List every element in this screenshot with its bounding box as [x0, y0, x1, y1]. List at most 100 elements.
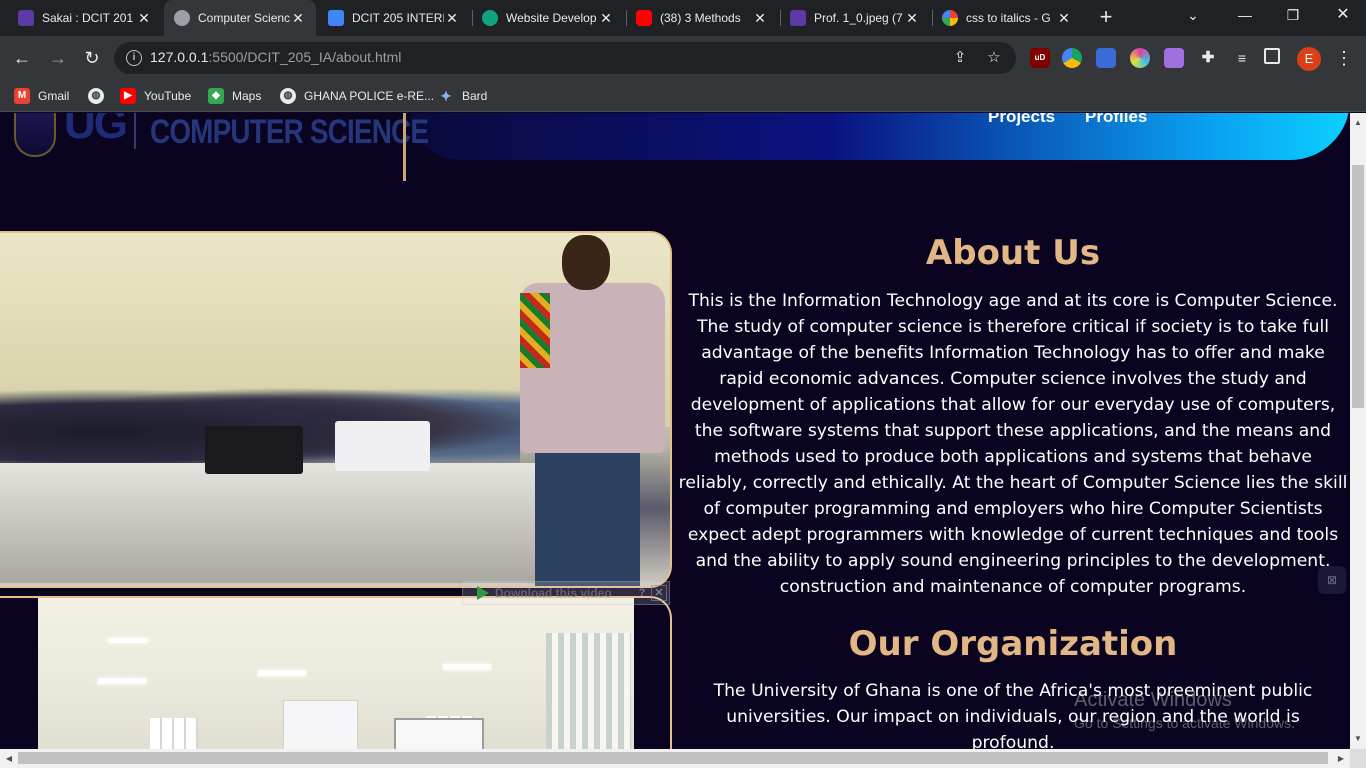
youtube-favicon-icon [636, 10, 652, 26]
close-tab-icon[interactable]: ✕ [444, 10, 460, 27]
tab-prof-jpeg[interactable]: Prof. 1_0.jpeg (7 ✕ [780, 0, 930, 36]
header-divider [403, 113, 406, 181]
horizontal-scrollbar[interactable]: ◀ ▶ [0, 749, 1350, 768]
site-logo[interactable]: UG [12, 113, 132, 159]
tab-youtube[interactable]: (38) 3 Methods ✕ [626, 0, 778, 36]
bookmarks-bar: M Gmail ◍ ▶ YouTube ◆ Maps ◍ GHANA POLIC… [0, 80, 1366, 112]
help-icon[interactable]: ? [635, 585, 649, 601]
organization-heading: Our Organization [848, 624, 1178, 664]
scroll-down-arrow-icon[interactable]: ▼ [1350, 731, 1366, 747]
bookmark-gmail[interactable]: M Gmail [14, 86, 69, 106]
page-viewport: Projects Profiles UG COMPUTER SCIENCE Do… [0, 113, 1350, 749]
ublock-icon[interactable]: uD [1030, 48, 1050, 68]
download-video-bar[interactable]: Download this video ? ✕ [462, 581, 670, 605]
bard-icon: ✦ [440, 88, 452, 104]
share-icon[interactable]: ⇪ [950, 48, 970, 68]
close-window-icon[interactable]: ✕ [1320, 0, 1366, 32]
bookmark-ghana-police[interactable]: ◍ GHANA POLICE e-RE... [280, 86, 434, 106]
site-nav-bar: Projects Profiles [410, 113, 1350, 160]
about-content: About Us This is the Information Technol… [676, 231, 1350, 749]
tab-title: Computer Science [198, 11, 290, 25]
docs-favicon-icon [328, 10, 344, 26]
close-tab-icon[interactable]: ✕ [136, 10, 152, 27]
drive-icon[interactable] [1062, 48, 1082, 68]
tab-website-develop[interactable]: Website Develop ✕ [472, 0, 624, 36]
organization-paragraph: The University of Ghana is one of the Af… [713, 681, 1313, 749]
tab-computer-science[interactable]: Computer Science ✕ [164, 0, 316, 36]
maps-icon: ◆ [208, 88, 224, 104]
browser-toolbar: ← → ↻ i 127.0.0.1:5500/DCIT_205_IA/about… [0, 36, 1366, 80]
media-queue-icon[interactable]: ≡ [1232, 48, 1252, 68]
close-icon[interactable]: ✕ [651, 585, 667, 601]
side-panel-icon[interactable] [1264, 48, 1280, 64]
profile-avatar[interactable]: E [1297, 47, 1321, 71]
tab-title: (38) 3 Methods [660, 11, 741, 25]
reload-icon[interactable]: ↻ [78, 44, 106, 72]
bookmark-label: GHANA POLICE e-RE... [304, 89, 435, 103]
scrollbar-corner [1350, 749, 1366, 768]
horizontal-scroll-thumb[interactable] [18, 752, 1328, 764]
scroll-up-arrow-icon[interactable]: ▲ [1350, 115, 1366, 131]
bookmark-star-icon[interactable]: ☆ [984, 48, 1004, 68]
sakai-favicon-icon [18, 10, 34, 26]
globe-favicon-icon [174, 10, 190, 26]
tab-title: Sakai : DCIT 201 [42, 11, 134, 25]
logo-divider [134, 113, 136, 149]
minimize-icon[interactable]: — [1222, 0, 1268, 32]
close-tab-icon[interactable]: ✕ [1056, 10, 1072, 27]
play-icon [477, 586, 489, 600]
nav-link-projects[interactable]: Projects [988, 113, 1055, 127]
activate-windows-subtitle: Go to Settings to activate Windows. [1074, 715, 1295, 731]
ug-crest-icon [14, 113, 56, 157]
bookmark-maps[interactable]: ◆ Maps [208, 86, 261, 106]
extension-m-icon[interactable] [1164, 48, 1184, 68]
nav-link-profiles[interactable]: Profiles [1085, 113, 1147, 127]
menu-kebab-icon[interactable]: ⋮ [1330, 44, 1358, 72]
close-tab-icon[interactable]: ✕ [290, 10, 306, 27]
pen-icon[interactable] [1096, 48, 1116, 68]
url-path: :5500/DCIT_205_IA/about.html [208, 49, 402, 65]
color-picker-icon[interactable] [1130, 48, 1150, 68]
about-paragraph: This is the Information Technology age a… [678, 291, 1348, 597]
globe-icon: ◍ [280, 88, 296, 104]
gmail-icon: M [14, 88, 30, 104]
chatgpt-favicon-icon [482, 10, 498, 26]
forward-arrow-icon[interactable]: → [44, 44, 72, 72]
side-widget-icon[interactable]: ⊠ [1318, 566, 1346, 594]
address-bar[interactable]: i 127.0.0.1:5500/DCIT_205_IA/about.html … [114, 42, 1016, 74]
tab-title: css to italics - G [966, 11, 1051, 25]
tab-sakai[interactable]: Sakai : DCIT 201 ✕ [8, 0, 162, 36]
puzzle-extensions-icon[interactable]: ✚ [1198, 48, 1218, 68]
bookmark-bard[interactable]: ✦ Bard [438, 86, 487, 106]
bookmark-youtube[interactable]: ▶ YouTube [120, 86, 191, 106]
lecture-photo [0, 231, 672, 588]
close-tab-icon[interactable]: ✕ [904, 10, 920, 27]
logo-letters: UG [64, 113, 128, 148]
site-info-icon[interactable]: i [126, 50, 142, 66]
tab-search-chevron-icon[interactable]: ⌄ [1170, 0, 1216, 32]
vertical-scroll-thumb[interactable] [1352, 165, 1364, 408]
close-tab-icon[interactable]: ✕ [752, 10, 768, 27]
new-tab-button[interactable]: + [1094, 5, 1118, 29]
bookmark-globe[interactable]: ◍ [88, 86, 112, 106]
classroom-photo [0, 596, 672, 749]
tab-google-search[interactable]: css to italics - G ✕ [932, 0, 1082, 36]
close-tab-icon[interactable]: ✕ [598, 10, 614, 27]
back-arrow-icon[interactable]: ← [8, 44, 36, 72]
vertical-scrollbar[interactable]: ▲ ▼ [1350, 113, 1366, 749]
scroll-right-arrow-icon[interactable]: ▶ [1333, 751, 1349, 767]
tab-strip: Sakai : DCIT 201 ✕ Computer Science ✕ DC… [0, 0, 1366, 36]
bookmark-label: Maps [232, 89, 262, 103]
scroll-left-arrow-icon[interactable]: ◀ [1, 751, 17, 767]
bookmark-label: YouTube [144, 89, 192, 103]
url-text[interactable]: 127.0.0.1:5500/DCIT_205_IA/about.html [150, 49, 401, 65]
url-host: 127.0.0.1 [150, 49, 209, 65]
logo-text: COMPUTER SCIENCE [150, 113, 429, 151]
bookmark-label: Gmail [38, 89, 70, 103]
about-heading: About Us [925, 233, 1101, 273]
download-video-label: Download this video [495, 586, 612, 600]
tab-dcit-205[interactable]: DCIT 205 INTERNET ✕ [318, 0, 470, 36]
activate-windows-title: Activate Windows [1074, 689, 1232, 711]
restore-icon[interactable]: ❐ [1270, 0, 1316, 32]
tab-title: Website Develop [506, 11, 597, 25]
